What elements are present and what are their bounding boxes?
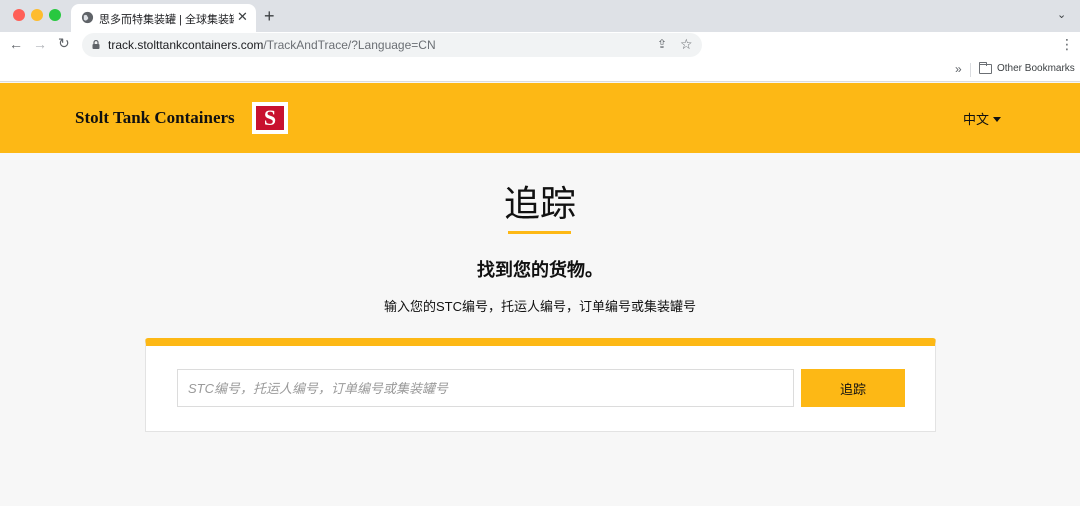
url-path: /TrackAndTrace/?Language=CN [263, 38, 436, 52]
star-icon[interactable]: ☆ [680, 36, 693, 53]
lock-icon [92, 40, 100, 49]
browser-toolbar: ← → ↻ track.stolttankcontainers.com/Trac… [0, 32, 1080, 58]
language-selector[interactable]: 中文 [963, 109, 1002, 128]
page-title: 追踪 [503, 183, 576, 224]
new-tab-icon[interactable]: + [264, 6, 275, 26]
share-icon[interactable]: ⇪ [657, 37, 667, 51]
maximize-window-button[interactable] [49, 9, 61, 21]
track-button[interactable]: 追踪 [801, 369, 905, 407]
tracking-search-input[interactable] [177, 369, 794, 407]
reload-icon[interactable]: ↻ [58, 35, 70, 52]
browser-tab-bar: 思多而特集装罐 | 全球集装罐运输 ✕ + ⌄ [0, 0, 1080, 32]
language-label: 中文 [963, 112, 990, 127]
minimize-window-button[interactable] [31, 9, 43, 21]
divider [970, 63, 971, 77]
caret-down-icon [993, 117, 1002, 122]
search-card: 追踪 [145, 338, 936, 432]
forward-arrow-icon[interactable]: → [33, 36, 47, 52]
globe-icon [81, 11, 94, 24]
other-bookmarks-link[interactable]: Other Bookmarks [997, 63, 1075, 74]
menu-kebab-icon[interactable]: ⋮ [1060, 36, 1074, 53]
address-bar[interactable]: track.stolttankcontainers.com/TrackAndTr… [82, 33, 702, 57]
logo-letter: S [256, 106, 284, 130]
page-subtitle: 找到您的货物。 [477, 260, 603, 280]
logo[interactable]: S [252, 102, 288, 134]
brand-name[interactable]: Stolt Tank Containers [75, 108, 235, 128]
tab-title: 思多而特集装罐 | 全球集装罐运输 [99, 14, 234, 26]
url-host: track.stolttankcontainers.com [108, 38, 264, 52]
url-text: track.stolttankcontainers.com/TrackAndTr… [108, 38, 436, 52]
close-window-button[interactable] [13, 9, 25, 21]
chevron-right-icon[interactable]: » [955, 62, 962, 76]
instructions-text: 输入您的STC编号，托运人编号，订单编号或集装罐号 [383, 299, 696, 314]
folder-icon [979, 62, 992, 74]
title-underline [508, 231, 571, 234]
back-arrow-icon[interactable]: ← [9, 36, 23, 52]
browser-tab[interactable]: 思多而特集装罐 | 全球集装罐运输 ✕ [71, 4, 256, 32]
close-icon[interactable]: ✕ [237, 9, 248, 25]
bookmarks-bar: » Other Bookmarks [0, 58, 1080, 82]
chevron-down-icon[interactable]: ⌄ [1057, 8, 1066, 21]
site-header: Stolt Tank Containers S 中文 [0, 83, 1080, 153]
